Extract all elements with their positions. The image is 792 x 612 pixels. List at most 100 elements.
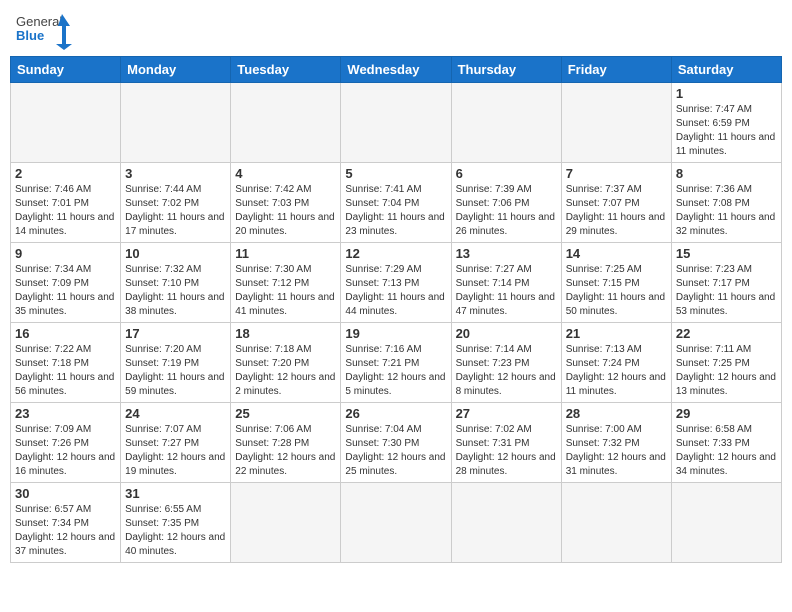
day-info: Sunrise: 6:57 AM Sunset: 7:34 PM Dayligh… — [15, 503, 116, 559]
calendar-cell: 1 Sunrise: 7:47 AM Sunset: 6:59 PM Daylig… — [671, 83, 781, 163]
day-info: Sunrise: 7:44 AM Sunset: 7:02 PM Dayligh… — [125, 183, 226, 239]
calendar-cell: 27 Sunrise: 7:02 AM Sunset: 7:31 PM Dayli… — [451, 403, 561, 483]
day-info: Sunrise: 7:25 AM Sunset: 7:15 PM Dayligh… — [566, 263, 667, 319]
day-number: 11 — [235, 246, 336, 261]
day-info: Sunrise: 7:30 AM Sunset: 7:12 PM Dayligh… — [235, 263, 336, 319]
calendar-cell — [341, 483, 451, 563]
day-number: 20 — [456, 326, 557, 341]
week-row-4: 23 Sunrise: 7:09 AM Sunset: 7:26 PM Dayli… — [11, 403, 782, 483]
calendar-cell — [671, 483, 781, 563]
day-number: 19 — [345, 326, 446, 341]
calendar-cell: 21Sunrise: 7:13 AM Sunset: 7:24 PM Dayli… — [561, 323, 671, 403]
day-number: 14 — [566, 246, 667, 261]
day-number: 25 — [235, 406, 336, 421]
day-info: Sunrise: 7:32 AM Sunset: 7:10 PM Dayligh… — [125, 263, 226, 319]
day-info: Sunrise: 7:27 AM Sunset: 7:14 PM Dayligh… — [456, 263, 557, 319]
calendar-cell — [561, 483, 671, 563]
calendar-cell: 25 Sunrise: 7:06 AM Sunset: 7:28 PM Dayli… — [231, 403, 341, 483]
day-number: 27 — [456, 406, 557, 421]
day-number: 12 — [345, 246, 446, 261]
day-info: Sunrise: 7:36 AM Sunset: 7:08 PM Dayligh… — [676, 183, 777, 239]
day-number: 24 — [125, 406, 226, 421]
day-info: Sunrise: 7:22 AM Sunset: 7:18 PM Dayligh… — [15, 343, 116, 399]
day-number: 26 — [345, 406, 446, 421]
day-info: Sunrise: 7:16 AM Sunset: 7:21 PM Dayligh… — [345, 343, 446, 399]
day-info: Sunrise: 7:04 AM Sunset: 7:30 PM Dayligh… — [345, 423, 446, 479]
generalblue-logo: General Blue — [14, 10, 74, 50]
day-info: Sunrise: 7:13 AM Sunset: 7:24 PM Dayligh… — [566, 343, 667, 399]
day-number: 23 — [15, 406, 116, 421]
day-info: Sunrise: 7:11 AM Sunset: 7:25 PM Dayligh… — [676, 343, 777, 399]
calendar-cell: 24Sunrise: 7:07 AM Sunset: 7:27 PM Dayli… — [121, 403, 231, 483]
svg-text:Blue: Blue — [16, 28, 44, 43]
day-number: 31 — [125, 486, 226, 501]
day-number: 22 — [676, 326, 777, 341]
weekday-header-friday: Friday — [561, 57, 671, 83]
weekday-header-wednesday: Wednesday — [341, 57, 451, 83]
day-info: Sunrise: 6:55 AM Sunset: 7:35 PM Dayligh… — [125, 503, 226, 559]
weekday-header-tuesday: Tuesday — [231, 57, 341, 83]
calendar-cell: 2 Sunrise: 7:46 AM Sunset: 7:01 PM Daylig… — [11, 163, 121, 243]
week-row-0: 1 Sunrise: 7:47 AM Sunset: 6:59 PM Daylig… — [11, 83, 782, 163]
day-info: Sunrise: 7:41 AM Sunset: 7:04 PM Dayligh… — [345, 183, 446, 239]
calendar-cell: 11 Sunrise: 7:30 AM Sunset: 7:12 PM Dayli… — [231, 243, 341, 323]
weekday-header-thursday: Thursday — [451, 57, 561, 83]
day-number: 18 — [235, 326, 336, 341]
day-info: Sunrise: 7:46 AM Sunset: 7:01 PM Dayligh… — [15, 183, 116, 239]
calendar-cell: 29Sunrise: 6:58 AM Sunset: 7:33 PM Dayli… — [671, 403, 781, 483]
calendar-cell — [451, 483, 561, 563]
day-number: 16 — [15, 326, 116, 341]
day-number: 3 — [125, 166, 226, 181]
calendar-table: SundayMondayTuesdayWednesdayThursdayFrid… — [10, 56, 782, 563]
day-info: Sunrise: 7:29 AM Sunset: 7:13 PM Dayligh… — [345, 263, 446, 319]
day-info: Sunrise: 7:37 AM Sunset: 7:07 PM Dayligh… — [566, 183, 667, 239]
weekday-header-row: SundayMondayTuesdayWednesdayThursdayFrid… — [11, 57, 782, 83]
calendar-cell: 26 Sunrise: 7:04 AM Sunset: 7:30 PM Dayli… — [341, 403, 451, 483]
day-number: 4 — [235, 166, 336, 181]
day-number: 10 — [125, 246, 226, 261]
day-number: 2 — [15, 166, 116, 181]
day-number: 15 — [676, 246, 777, 261]
calendar-cell: 17 Sunrise: 7:20 AM Sunset: 7:19 PM Dayli… — [121, 323, 231, 403]
calendar-cell: 22 Sunrise: 7:11 AM Sunset: 7:25 PM Dayli… — [671, 323, 781, 403]
weekday-header-saturday: Saturday — [671, 57, 781, 83]
week-row-1: 2 Sunrise: 7:46 AM Sunset: 7:01 PM Daylig… — [11, 163, 782, 243]
calendar-cell: 28Sunrise: 7:00 AM Sunset: 7:32 PM Dayli… — [561, 403, 671, 483]
week-row-2: 9Sunrise: 7:34 AM Sunset: 7:09 PM Daylig… — [11, 243, 782, 323]
day-info: Sunrise: 7:47 AM Sunset: 6:59 PM Dayligh… — [676, 103, 777, 159]
day-number: 13 — [456, 246, 557, 261]
day-info: Sunrise: 7:20 AM Sunset: 7:19 PM Dayligh… — [125, 343, 226, 399]
calendar-cell: 9Sunrise: 7:34 AM Sunset: 7:09 PM Daylig… — [11, 243, 121, 323]
calendar-cell: 15Sunrise: 7:23 AM Sunset: 7:17 PM Dayli… — [671, 243, 781, 323]
day-info: Sunrise: 7:14 AM Sunset: 7:23 PM Dayligh… — [456, 343, 557, 399]
day-info: Sunrise: 7:06 AM Sunset: 7:28 PM Dayligh… — [235, 423, 336, 479]
day-number: 7 — [566, 166, 667, 181]
day-info: Sunrise: 7:09 AM Sunset: 7:26 PM Dayligh… — [15, 423, 116, 479]
day-info: Sunrise: 7:39 AM Sunset: 7:06 PM Dayligh… — [456, 183, 557, 239]
calendar-cell: 18Sunrise: 7:18 AM Sunset: 7:20 PM Dayli… — [231, 323, 341, 403]
calendar-cell — [451, 83, 561, 163]
logo: General Blue — [14, 10, 74, 50]
calendar-cell: 10 Sunrise: 7:32 AM Sunset: 7:10 PM Dayli… — [121, 243, 231, 323]
day-number: 17 — [125, 326, 226, 341]
calendar-cell — [11, 83, 121, 163]
day-number: 30 — [15, 486, 116, 501]
day-number: 8 — [676, 166, 777, 181]
day-number: 9 — [15, 246, 116, 261]
day-info: Sunrise: 7:02 AM Sunset: 7:31 PM Dayligh… — [456, 423, 557, 479]
calendar-cell: 30 Sunrise: 6:57 AM Sunset: 7:34 PM Dayli… — [11, 483, 121, 563]
day-number: 6 — [456, 166, 557, 181]
calendar-cell: 8 Sunrise: 7:36 AM Sunset: 7:08 PM Daylig… — [671, 163, 781, 243]
header: General Blue — [10, 10, 782, 50]
calendar-cell: 16 Sunrise: 7:22 AM Sunset: 7:18 PM Dayli… — [11, 323, 121, 403]
calendar-cell: 12 Sunrise: 7:29 AM Sunset: 7:13 PM Dayli… — [341, 243, 451, 323]
weekday-header-sunday: Sunday — [11, 57, 121, 83]
calendar-cell — [231, 83, 341, 163]
week-row-5: 30 Sunrise: 6:57 AM Sunset: 7:34 PM Dayli… — [11, 483, 782, 563]
svg-text:General: General — [16, 14, 62, 29]
day-number: 5 — [345, 166, 446, 181]
day-number: 1 — [676, 86, 777, 101]
weekday-header-monday: Monday — [121, 57, 231, 83]
day-info: Sunrise: 7:42 AM Sunset: 7:03 PM Dayligh… — [235, 183, 336, 239]
calendar-cell: 31 Sunrise: 6:55 AM Sunset: 7:35 PM Dayli… — [121, 483, 231, 563]
